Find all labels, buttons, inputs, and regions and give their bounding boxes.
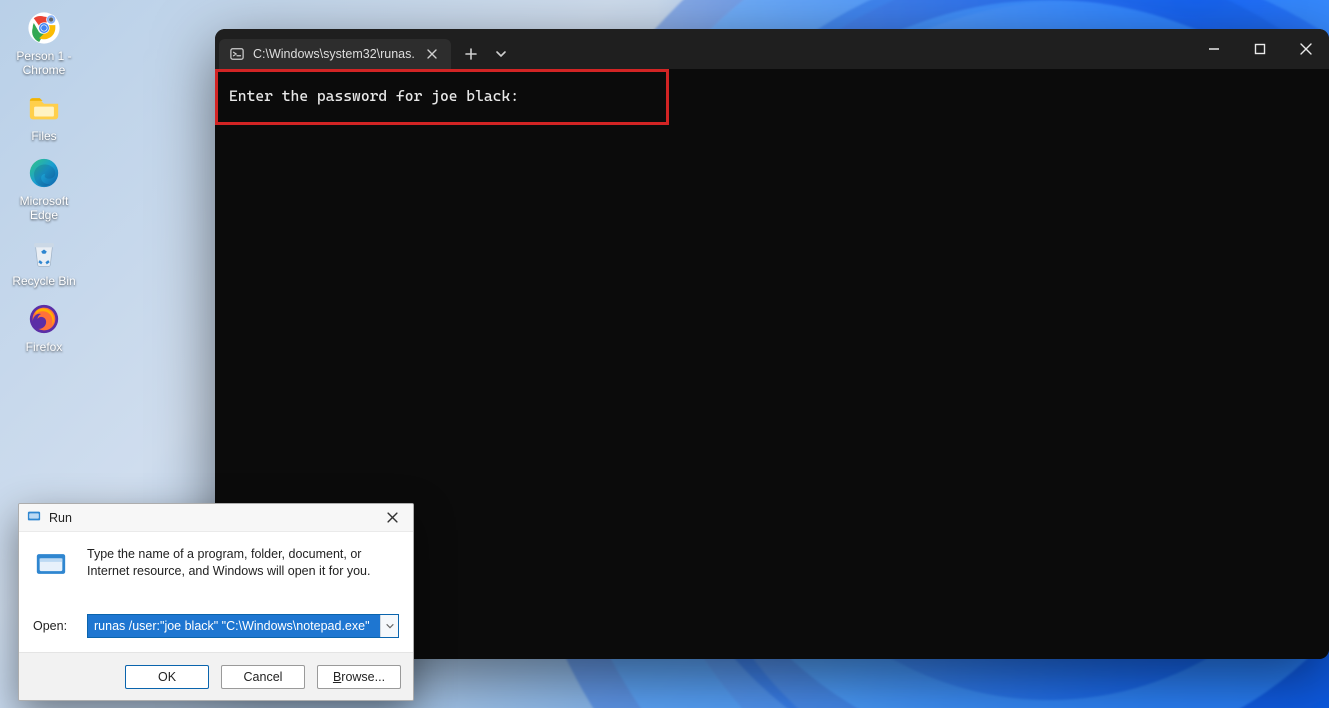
desktop-icon-recycle-bin[interactable]: Recycle Bin bbox=[6, 231, 82, 297]
terminal-output: Enter the password for joe black: bbox=[215, 69, 1329, 123]
run-open-label: Open: bbox=[33, 619, 77, 633]
run-open-input[interactable] bbox=[88, 615, 380, 637]
terminal-tab-icon bbox=[229, 46, 245, 62]
run-dialog: Run Type the name of a program, folder, … bbox=[18, 503, 414, 701]
desktop-icon-label: Recycle Bin bbox=[12, 275, 75, 289]
cancel-button[interactable]: Cancel bbox=[221, 665, 305, 689]
run-button-row: OK Cancel Browse... bbox=[19, 652, 413, 700]
firefox-icon bbox=[26, 301, 62, 337]
run-main: Type the name of a program, folder, docu… bbox=[19, 532, 413, 652]
desktop-icon-label: Microsoft Edge bbox=[20, 195, 69, 223]
close-button[interactable] bbox=[1283, 29, 1329, 69]
desktop-icon-firefox[interactable]: Firefox bbox=[6, 297, 82, 363]
desktop-icons: Person 1 - Chrome Files bbox=[6, 6, 98, 363]
browse-accel: B bbox=[333, 670, 341, 684]
tab-close-button[interactable] bbox=[423, 45, 441, 63]
desktop-icon-label: Person 1 - Chrome bbox=[16, 50, 71, 78]
desktop-icon-files[interactable]: Files bbox=[6, 86, 82, 152]
maximize-button[interactable] bbox=[1237, 29, 1283, 69]
recycle-bin-icon bbox=[26, 235, 62, 271]
run-description: Type the name of a program, folder, docu… bbox=[87, 546, 399, 580]
desktop: Person 1 - Chrome Files bbox=[0, 0, 1329, 708]
desktop-icon-edge[interactable]: Microsoft Edge bbox=[6, 151, 82, 231]
run-title-text: Run bbox=[49, 511, 72, 525]
terminal-titlebar[interactable]: C:\Windows\system32\runas. bbox=[215, 29, 1329, 69]
desktop-icon-label: Firefox bbox=[26, 341, 63, 355]
browse-rest: rowse... bbox=[341, 670, 385, 684]
desktop-icon-label: Files bbox=[31, 130, 56, 144]
window-controls bbox=[1191, 29, 1329, 69]
terminal-tab[interactable]: C:\Windows\system32\runas. bbox=[219, 39, 451, 69]
run-open-combo[interactable] bbox=[87, 614, 399, 638]
new-tab-button[interactable] bbox=[457, 40, 485, 68]
run-titlebar[interactable]: Run bbox=[19, 504, 413, 532]
run-close-button[interactable] bbox=[377, 506, 407, 530]
browse-button[interactable]: Browse... bbox=[317, 665, 401, 689]
folder-icon bbox=[26, 90, 62, 126]
tab-dropdown-button[interactable] bbox=[487, 40, 515, 68]
chrome-icon bbox=[26, 10, 62, 46]
desktop-icon-chrome[interactable]: Person 1 - Chrome bbox=[6, 6, 82, 86]
edge-icon bbox=[26, 155, 62, 191]
run-open-dropdown-button[interactable] bbox=[380, 615, 398, 637]
ok-button[interactable]: OK bbox=[125, 665, 209, 689]
minimize-button[interactable] bbox=[1191, 29, 1237, 69]
terminal-tab-title: C:\Windows\system32\runas. bbox=[253, 47, 415, 61]
run-app-icon bbox=[33, 546, 69, 582]
run-title-icon bbox=[27, 509, 41, 526]
